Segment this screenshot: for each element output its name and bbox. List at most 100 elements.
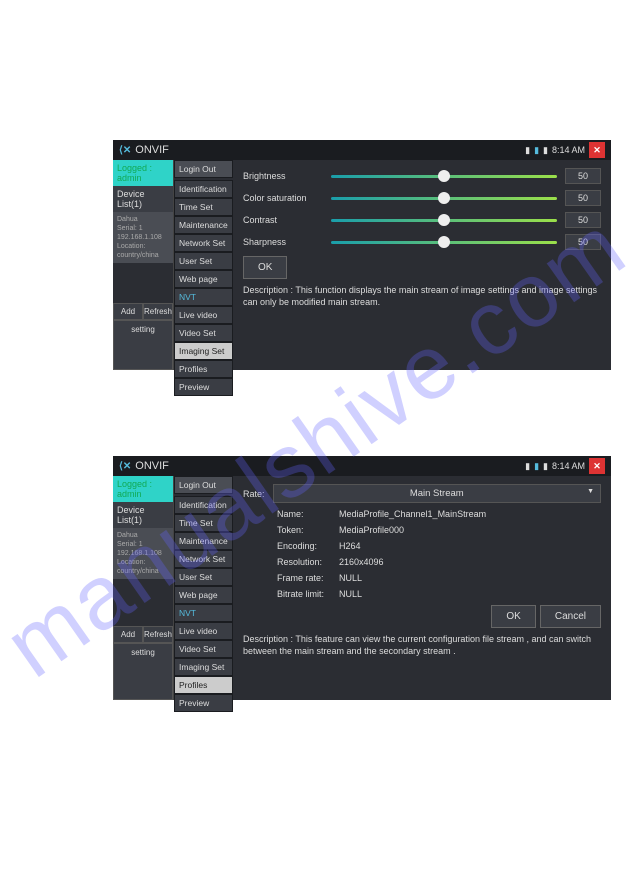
status-icons: ▮ ▮ ▮ 8:14 AM ✕ bbox=[525, 458, 605, 474]
app-title: ONVIF bbox=[135, 460, 525, 472]
menu-web-page[interactable]: Web page bbox=[174, 270, 233, 288]
saturation-label: Color saturation bbox=[243, 193, 323, 203]
refresh-button[interactable]: Refresh bbox=[143, 303, 173, 320]
battery-icon: ▮ bbox=[543, 461, 548, 472]
slider-thumb-icon[interactable] bbox=[438, 170, 450, 182]
menu-user-set[interactable]: User Set bbox=[174, 252, 233, 270]
menu-user-set[interactable]: User Set bbox=[174, 568, 233, 586]
menu-panel: Login Out Identification Time Set Mainte… bbox=[173, 476, 233, 700]
rate-label: Rate: bbox=[243, 489, 265, 499]
slider-thumb-icon[interactable] bbox=[438, 192, 450, 204]
main-panel: Rate: Main Stream Name: MediaProfile_Chan… bbox=[233, 476, 611, 700]
ok-button[interactable]: OK bbox=[491, 605, 535, 628]
slider-thumb-icon[interactable] bbox=[438, 214, 450, 226]
description-text: Description : This function displays the… bbox=[243, 285, 601, 308]
token-key: Token: bbox=[277, 525, 333, 535]
battery-icon: ▮ bbox=[543, 145, 548, 156]
brightness-value: 50 bbox=[565, 168, 601, 184]
network-icon: ▮ bbox=[534, 461, 539, 472]
menu-imaging-set[interactable]: Imaging Set bbox=[174, 342, 233, 360]
left-panel: Logged : admin Device List(1) Dahua Seri… bbox=[113, 160, 173, 370]
bitrate-value: NULL bbox=[339, 589, 362, 599]
menu-live-video[interactable]: Live video bbox=[174, 622, 233, 640]
slider-contrast: Contrast 50 bbox=[243, 212, 601, 228]
menu-network-set[interactable]: Network Set bbox=[174, 234, 233, 252]
logout-button[interactable]: Login Out bbox=[174, 476, 233, 494]
device-location: Location: country/china bbox=[117, 558, 169, 576]
resolution-value: 2160x4096 bbox=[339, 557, 384, 567]
brightness-slider[interactable] bbox=[331, 175, 557, 178]
app-logo-icon: ⟨✕ bbox=[119, 461, 131, 472]
device-info[interactable]: Dahua Serial: 1 192.168.1.108 Location: … bbox=[113, 528, 173, 579]
menu-video-set[interactable]: Video Set bbox=[174, 324, 233, 342]
device-serial: Serial: 1 bbox=[117, 540, 169, 549]
framerate-key: Frame rate: bbox=[277, 573, 333, 583]
menu-identification[interactable]: Identification bbox=[174, 180, 233, 198]
description-text: Description : This feature can view the … bbox=[243, 634, 601, 657]
contrast-value: 50 bbox=[565, 212, 601, 228]
menu-profiles[interactable]: Profiles bbox=[174, 676, 233, 694]
menu-maintenance[interactable]: Maintenance bbox=[174, 532, 233, 550]
encoding-value: H264 bbox=[339, 541, 361, 551]
brightness-label: Brightness bbox=[243, 171, 323, 181]
app-title: ONVIF bbox=[135, 144, 525, 156]
add-button[interactable]: Add bbox=[113, 303, 143, 320]
slider-thumb-icon[interactable] bbox=[438, 236, 450, 248]
close-icon[interactable]: ✕ bbox=[589, 142, 605, 158]
cancel-button[interactable]: Cancel bbox=[540, 605, 601, 628]
contrast-slider[interactable] bbox=[331, 219, 557, 222]
menu-time-set[interactable]: Time Set bbox=[174, 514, 233, 532]
menu-profiles[interactable]: Profiles bbox=[174, 360, 233, 378]
encoding-key: Encoding: bbox=[277, 541, 333, 551]
saturation-slider[interactable] bbox=[331, 197, 557, 200]
setting-button[interactable]: setting bbox=[113, 320, 173, 370]
app-logo-icon: ⟨✕ bbox=[119, 145, 131, 156]
refresh-button[interactable]: Refresh bbox=[143, 626, 173, 643]
rate-select[interactable]: Main Stream bbox=[273, 484, 601, 503]
logout-button[interactable]: Login Out bbox=[174, 160, 233, 178]
device-name: Dahua bbox=[117, 531, 169, 540]
slider-sharpness: Sharpness 50 bbox=[243, 234, 601, 250]
device-list-header[interactable]: Device List(1) bbox=[113, 502, 173, 528]
add-button[interactable]: Add bbox=[113, 626, 143, 643]
menu-panel: Login Out Identification Time Set Mainte… bbox=[173, 160, 233, 370]
name-value: MediaProfile_Channel1_MainStream bbox=[339, 509, 486, 519]
ok-button[interactable]: OK bbox=[243, 256, 287, 279]
menu-preview[interactable]: Preview bbox=[174, 694, 233, 712]
clock-text: 8:14 AM bbox=[552, 145, 585, 155]
menu-nvt[interactable]: NVT bbox=[174, 604, 233, 622]
menu-imaging-set[interactable]: Imaging Set bbox=[174, 658, 233, 676]
device-list-header[interactable]: Device List(1) bbox=[113, 186, 173, 212]
sd-card-icon: ▮ bbox=[525, 145, 530, 156]
menu-time-set[interactable]: Time Set bbox=[174, 198, 233, 216]
sharpness-value: 50 bbox=[565, 234, 601, 250]
sharpness-slider[interactable] bbox=[331, 241, 557, 244]
left-panel: Logged : admin Device List(1) Dahua Seri… bbox=[113, 476, 173, 700]
name-key: Name: bbox=[277, 509, 333, 519]
close-icon[interactable]: ✕ bbox=[589, 458, 605, 474]
main-panel: Brightness 50 Color saturation 50 Contra… bbox=[233, 160, 611, 370]
menu-maintenance[interactable]: Maintenance bbox=[174, 216, 233, 234]
setting-button[interactable]: setting bbox=[113, 643, 173, 700]
menu-network-set[interactable]: Network Set bbox=[174, 550, 233, 568]
device-ip: 192.168.1.108 bbox=[117, 549, 169, 558]
rate-row: Rate: Main Stream bbox=[243, 484, 601, 503]
token-value: MediaProfile000 bbox=[339, 525, 404, 535]
device-ip: 192.168.1.108 bbox=[117, 233, 169, 242]
status-icons: ▮ ▮ ▮ 8:14 AM ✕ bbox=[525, 142, 605, 158]
menu-live-video[interactable]: Live video bbox=[174, 306, 233, 324]
menu-web-page[interactable]: Web page bbox=[174, 586, 233, 604]
menu-nvt[interactable]: NVT bbox=[174, 288, 233, 306]
menu-preview[interactable]: Preview bbox=[174, 378, 233, 396]
menu-video-set[interactable]: Video Set bbox=[174, 640, 233, 658]
logged-label: Logged : admin bbox=[113, 160, 173, 186]
titlebar: ⟨✕ ONVIF ▮ ▮ ▮ 8:14 AM ✕ bbox=[113, 140, 611, 160]
framerate-value: NULL bbox=[339, 573, 362, 583]
device-serial: Serial: 1 bbox=[117, 224, 169, 233]
saturation-value: 50 bbox=[565, 190, 601, 206]
network-icon: ▮ bbox=[534, 145, 539, 156]
device-info[interactable]: Dahua Serial: 1 192.168.1.108 Location: … bbox=[113, 212, 173, 263]
sharpness-label: Sharpness bbox=[243, 237, 323, 247]
device-name: Dahua bbox=[117, 215, 169, 224]
menu-identification[interactable]: Identification bbox=[174, 496, 233, 514]
